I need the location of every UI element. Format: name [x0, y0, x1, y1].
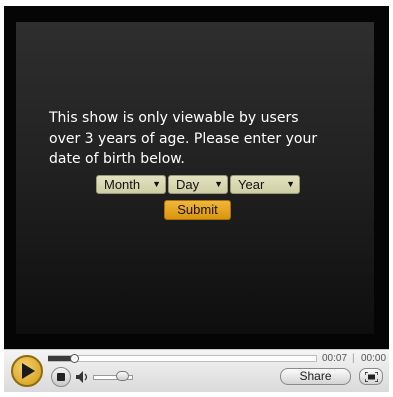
- play-icon: [22, 363, 35, 379]
- year-select[interactable]: Year ▼: [230, 175, 300, 194]
- dropdown-arrow-icon: ▼: [286, 179, 295, 189]
- dropdown-arrow-icon: ▼: [214, 179, 223, 189]
- submit-button[interactable]: Submit: [164, 200, 231, 220]
- month-select-value: Month: [104, 177, 141, 192]
- time-separator: |: [352, 353, 355, 364]
- stop-button[interactable]: [51, 367, 71, 387]
- age-gate-message: This show is only viewable by users over…: [49, 108, 359, 170]
- current-time: 00:07: [322, 353, 348, 364]
- share-button[interactable]: Share: [280, 368, 351, 385]
- year-select-value: Year: [238, 177, 265, 192]
- fullscreen-icon: [365, 372, 378, 382]
- message-line-2: over 3 years of age. Please enter your: [49, 130, 318, 147]
- message-line-1: This show is only viewable by users: [49, 110, 299, 126]
- volume-handle[interactable]: [116, 371, 129, 381]
- video-player: This show is only viewable by users over…: [0, 0, 393, 397]
- speaker-icon[interactable]: [75, 370, 91, 384]
- stop-icon: [57, 373, 65, 381]
- duration: 00:00: [361, 353, 387, 364]
- fullscreen-button[interactable]: [359, 368, 383, 385]
- play-button[interactable]: [11, 355, 43, 387]
- dropdown-arrow-icon: ▼: [152, 179, 161, 189]
- progress-handle[interactable]: [70, 354, 79, 363]
- message-line-3: date of birth below.: [49, 151, 185, 167]
- control-bar: 00:07 | 00:00 Share: [4, 349, 389, 392]
- month-select[interactable]: Month ▼: [96, 175, 166, 194]
- day-select[interactable]: Day ▼: [168, 175, 228, 194]
- day-select-value: Day: [176, 177, 200, 192]
- progress-track[interactable]: [48, 355, 317, 362]
